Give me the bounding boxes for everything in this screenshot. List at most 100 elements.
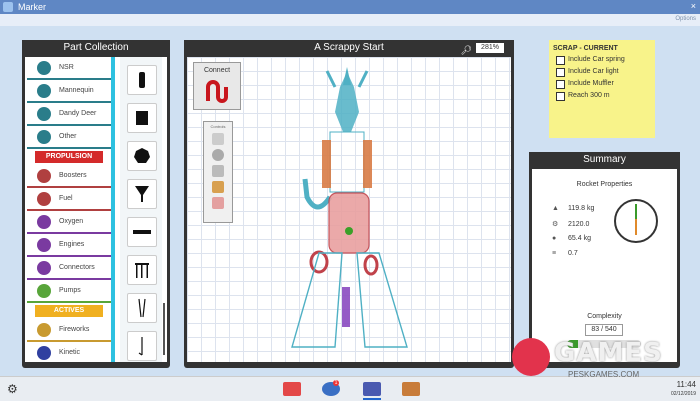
part-thumb-bar[interactable] — [127, 217, 157, 247]
checkbox[interactable] — [556, 92, 565, 101]
objective-item[interactable]: Include Car spring — [549, 55, 655, 67]
mannequin-icon — [37, 84, 51, 98]
options-link[interactable]: Options — [675, 16, 696, 22]
part-thumb-stick[interactable] — [127, 331, 157, 361]
part-thumbnails — [120, 57, 162, 362]
category-label: Connectors — [59, 264, 95, 271]
crate-button[interactable] — [402, 382, 420, 396]
zoom-level[interactable]: 281% — [476, 43, 504, 53]
category-divider — [111, 57, 115, 362]
category-label: Pumps — [59, 287, 81, 294]
watermark: GAMES PESKGAMES.COM — [512, 336, 692, 384]
connector-icon — [37, 261, 51, 275]
checkbox[interactable] — [556, 68, 565, 77]
pump-icon — [37, 284, 51, 298]
kinetic-icon — [37, 346, 51, 360]
box-icon — [136, 111, 148, 125]
watermark-logo-icon — [512, 338, 550, 376]
objective-item[interactable]: Reach 300 m — [549, 91, 655, 103]
complexity-value: 83 / 540 — [585, 324, 623, 336]
fuel-icon — [37, 192, 51, 206]
category-connectors[interactable]: Connectors — [27, 257, 111, 280]
bar-icon — [133, 230, 151, 234]
deer-icon — [37, 107, 51, 121]
build-panel-title: A Scrappy Start — [314, 42, 384, 53]
prop-value: 2120.0 — [568, 221, 590, 228]
section-propulsion: PROPULSION — [35, 151, 103, 163]
watermark-url: PESKGAMES.COM — [568, 370, 640, 379]
build-panel-header: A Scrappy Start 🔎︎ 281% — [184, 40, 514, 56]
objective-item[interactable]: Include Car light — [549, 67, 655, 79]
can-icon — [139, 72, 145, 88]
part-thumb-gear[interactable] — [127, 141, 157, 171]
notification-badge: 1 — [333, 380, 339, 386]
part-thumb-box[interactable] — [127, 103, 157, 133]
rocket-properties-title: Rocket Properties — [576, 181, 633, 188]
category-list: NSR Mannequin Dandy Deer Other PROPULSIO… — [27, 57, 111, 362]
category-label: Mannequin — [59, 87, 94, 94]
category-label: Fireworks — [59, 326, 90, 333]
part-thumb-stool[interactable] — [127, 255, 157, 285]
ratio-icon: ≡ — [552, 250, 557, 257]
rocket-model[interactable] — [187, 57, 511, 362]
category-label: Kinetic — [59, 349, 81, 356]
section-actives: ACTIVES — [35, 305, 103, 317]
close-button[interactable]: × — [691, 1, 696, 11]
stool-icon — [135, 263, 149, 278]
part-collection-panel: Part Collection NSR Mannequin Dandy Deer… — [22, 40, 170, 368]
thrust-icon: ⚙ — [552, 221, 559, 228]
checkbox[interactable] — [556, 56, 565, 65]
oxygen-icon — [37, 215, 51, 229]
funnel-icon — [135, 186, 149, 202]
category-engines[interactable]: Engines — [27, 234, 111, 257]
date: 02/12/2019 — [670, 391, 696, 397]
category-fireworks[interactable]: Fireworks — [27, 319, 111, 342]
direction-gauge-icon — [614, 199, 658, 243]
category-mannequin[interactable]: Mannequin — [27, 80, 111, 103]
category-dandy-deer[interactable]: Dandy Deer — [27, 103, 111, 126]
scrollbar[interactable] — [163, 303, 165, 355]
gear-part-icon — [134, 148, 150, 163]
category-oxygen[interactable]: Oxygen — [27, 211, 111, 234]
window-title: Marker — [18, 2, 47, 12]
booster-icon — [37, 169, 51, 183]
build-panel: A Scrappy Start 🔎︎ 281% Connect Controls — [184, 40, 514, 368]
category-other[interactable]: Other — [27, 126, 111, 149]
objective-item[interactable]: Include Muffler — [549, 79, 655, 91]
category-kinetic[interactable]: Kinetic — [27, 342, 111, 362]
build-canvas[interactable]: Connect Controls — [187, 57, 511, 362]
more-icon — [37, 130, 51, 144]
summary-body: Rocket Properties ▲ 119.8 kg ⚙ 2120.0 ● 65.… — [532, 169, 677, 362]
category-label: Oxygen — [59, 218, 84, 225]
checkbox[interactable] — [556, 80, 565, 89]
category-label: Other — [59, 133, 77, 140]
menu-bar: Options — [0, 14, 700, 26]
part-thumb-can[interactable] — [127, 65, 157, 95]
objective-label: Reach 300 m — [568, 92, 610, 99]
category-label: Boosters — [59, 172, 87, 179]
category-pumps[interactable]: Pumps — [27, 280, 111, 303]
category-nsr[interactable]: NSR — [27, 57, 111, 80]
category-label: Dandy Deer — [59, 110, 97, 117]
objective-label: Include Muffler — [568, 80, 614, 87]
category-fuel[interactable]: Fuel — [27, 188, 111, 211]
objective-label: Include Car light — [568, 68, 619, 75]
prop-value: 65.4 kg — [568, 235, 591, 242]
category-label: NSR — [59, 64, 74, 71]
stats-button[interactable] — [363, 382, 381, 396]
objectives-title: SCRAP - CURRENT — [553, 45, 618, 52]
part-thumb-tongs[interactable] — [127, 293, 157, 323]
zoom-icon[interactable]: 🔎︎ — [461, 42, 472, 58]
prop-fuel: ● 65.4 kg — [552, 235, 591, 242]
objective-label: Include Car spring — [568, 56, 625, 63]
category-boosters[interactable]: Boosters — [27, 165, 111, 188]
app-icon — [3, 2, 13, 12]
part-thumb-funnel[interactable] — [127, 179, 157, 209]
prop-thrust: ⚙ 2120.0 — [552, 220, 589, 228]
fuel-drop-icon: ● — [552, 235, 557, 242]
weight-icon: ▲ — [552, 205, 559, 212]
settings-gear-icon[interactable]: ⚙ — [7, 382, 18, 396]
rocket-build-button[interactable] — [283, 382, 301, 396]
part-collection-title: Part Collection — [22, 40, 170, 56]
category-label: Engines — [59, 241, 85, 248]
